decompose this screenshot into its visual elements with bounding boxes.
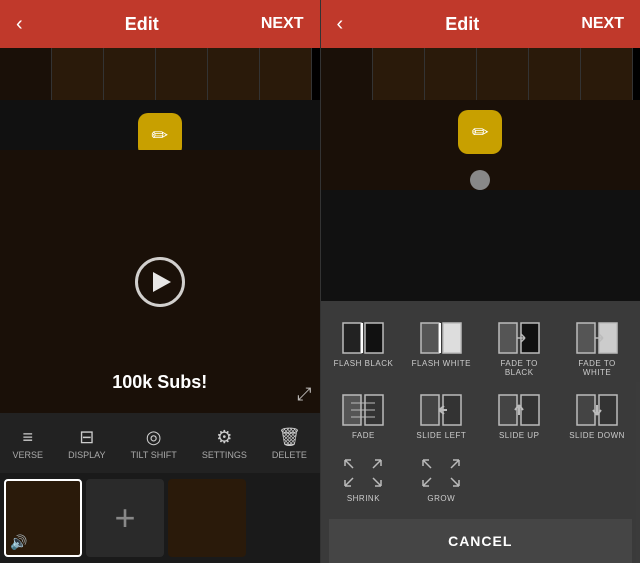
transition-grid: FLASH BLACK FLASH WHITE xyxy=(329,317,633,507)
transition-fade-to-white[interactable]: FADE TO WHITE xyxy=(562,317,632,381)
right-panel: ‹ Edit NEXT ✏ xyxy=(321,0,640,563)
fade-to-white-icon xyxy=(575,321,619,355)
slide-left-icon xyxy=(419,393,463,427)
transition-overlay: FLASH BLACK FLASH WHITE xyxy=(321,301,640,563)
right-filmstrip xyxy=(321,48,640,100)
toolbar-item-tiltshift[interactable]: ◎ TILT SHIFT xyxy=(131,427,177,460)
left-next-button[interactable]: NEXT xyxy=(261,15,304,33)
filmstrip-thumb-5 xyxy=(208,48,260,100)
pencil-icon: ✏ xyxy=(151,123,168,148)
transition-fade-to-black[interactable]: FADE TO BLACK xyxy=(484,317,554,381)
display-icon: ⊟ xyxy=(79,427,94,448)
left-title: Edit xyxy=(125,14,159,35)
clip-strip: 🔊 + xyxy=(0,473,320,563)
flash-white-label: FLASH WHITE xyxy=(412,359,471,368)
toolbar-item-display[interactable]: ⊟ DISPLAY xyxy=(68,427,105,460)
delete-icon: 🗑 xyxy=(278,427,301,448)
toolbar-item-delete[interactable]: 🗑 DELETE xyxy=(272,427,307,460)
play-triangle-icon xyxy=(153,272,171,292)
volume-icon: 🔊 xyxy=(10,534,27,551)
toolbar-label-delete: DELETE xyxy=(272,450,307,460)
right-filmstrip-thumb-2 xyxy=(373,48,425,100)
right-video-area: ✏ xyxy=(321,100,640,190)
toolbar-label-tiltshift: TILT SHIFT xyxy=(131,450,177,460)
flash-black-label: FLASH BLACK xyxy=(334,359,394,368)
left-back-button[interactable]: ‹ xyxy=(16,13,23,36)
left-edit-badge-area: ✏ xyxy=(0,100,320,150)
right-filmstrip-thumb-5 xyxy=(529,48,581,100)
fade-to-white-label: FADE TO WHITE xyxy=(564,359,630,377)
settings-icon: ⚙ xyxy=(216,427,232,448)
fade-label: FADE xyxy=(352,431,375,440)
right-back-button[interactable]: ‹ xyxy=(337,13,344,36)
transition-flash-black[interactable]: FLASH BLACK xyxy=(329,317,399,381)
right-header: ‹ Edit NEXT xyxy=(321,0,640,48)
slide-down-icon xyxy=(575,393,619,427)
left-video-area[interactable]: 100k Subs! ⤢ xyxy=(0,150,320,413)
expand-icon[interactable]: ⤢ xyxy=(297,384,311,405)
left-header: ‹ Edit NEXT xyxy=(0,0,320,48)
right-title: Edit xyxy=(445,14,479,35)
video-title: 100k Subs! xyxy=(0,372,320,393)
tiltshift-icon: ◎ xyxy=(146,427,162,448)
fade-icon xyxy=(341,393,385,427)
slide-up-label: SLIDE UP xyxy=(499,431,539,440)
clip-add-button[interactable]: + xyxy=(86,479,164,557)
fade-to-black-label: FADE TO BLACK xyxy=(486,359,552,377)
transition-grow[interactable]: GROW xyxy=(406,452,476,507)
toolbar-item-reverse[interactable]: ≡ VERSE xyxy=(13,427,44,460)
play-button[interactable] xyxy=(135,257,185,307)
filmstrip-thumb-2 xyxy=(52,48,104,100)
toolbar-label-settings: SETTINGS xyxy=(202,450,247,460)
left-filmstrip xyxy=(0,48,320,100)
transition-slide-left[interactable]: SLIDE LEFT xyxy=(406,389,476,444)
scrubber-dot xyxy=(470,170,490,190)
right-pencil-icon: ✏ xyxy=(472,120,489,145)
transition-flash-white[interactable]: FLASH WHITE xyxy=(406,317,476,381)
slide-up-icon xyxy=(497,393,541,427)
grow-label: GROW xyxy=(427,494,455,503)
right-filmstrip-thumb-4 xyxy=(477,48,529,100)
right-filmstrip-thumb-6 xyxy=(581,48,633,100)
transition-slide-up[interactable]: SLIDE UP xyxy=(484,389,554,444)
reverse-icon: ≡ xyxy=(23,427,34,448)
slide-down-label: SLIDE DOWN xyxy=(569,431,625,440)
right-filmstrip-thumb-3 xyxy=(425,48,477,100)
filmstrip-thumb-4 xyxy=(156,48,208,100)
filmstrip-thumb-1 xyxy=(0,48,52,100)
transition-fade[interactable]: FADE xyxy=(329,389,399,444)
clip-item-empty-1[interactable] xyxy=(168,479,246,557)
filmstrip-thumb-3 xyxy=(104,48,156,100)
transition-slide-down[interactable]: SLIDE DOWN xyxy=(562,389,632,444)
right-next-button[interactable]: NEXT xyxy=(581,15,624,33)
grow-icon xyxy=(419,456,463,490)
toolbar-item-settings[interactable]: ⚙ SETTINGS xyxy=(202,427,247,460)
slide-left-label: SLIDE LEFT xyxy=(416,431,466,440)
transition-shrink[interactable]: SHRINK xyxy=(329,452,399,507)
shrink-icon xyxy=(341,456,385,490)
left-toolbar: ≡ VERSE ⊟ DISPLAY ◎ TILT SHIFT ⚙ SETTING… xyxy=(0,413,320,473)
flash-white-icon xyxy=(419,321,463,355)
filmstrip-thumb-6 xyxy=(260,48,312,100)
toolbar-label-reverse: VERSE xyxy=(13,450,44,460)
toolbar-label-display: DISPLAY xyxy=(68,450,105,460)
right-edit-badge[interactable]: ✏ xyxy=(458,110,502,154)
shrink-label: SHRINK xyxy=(347,494,380,503)
fade-to-black-icon xyxy=(497,321,541,355)
flash-black-icon xyxy=(341,321,385,355)
right-filmstrip-thumb-1 xyxy=(321,48,373,100)
cancel-button[interactable]: CANCEL xyxy=(329,519,633,563)
add-icon: + xyxy=(114,497,135,539)
left-panel: ‹ Edit NEXT ✏ 100k Subs! ⤢ ≡ VERSE ⊟ DIS… xyxy=(0,0,320,563)
clip-item-1[interactable]: 🔊 xyxy=(4,479,82,557)
